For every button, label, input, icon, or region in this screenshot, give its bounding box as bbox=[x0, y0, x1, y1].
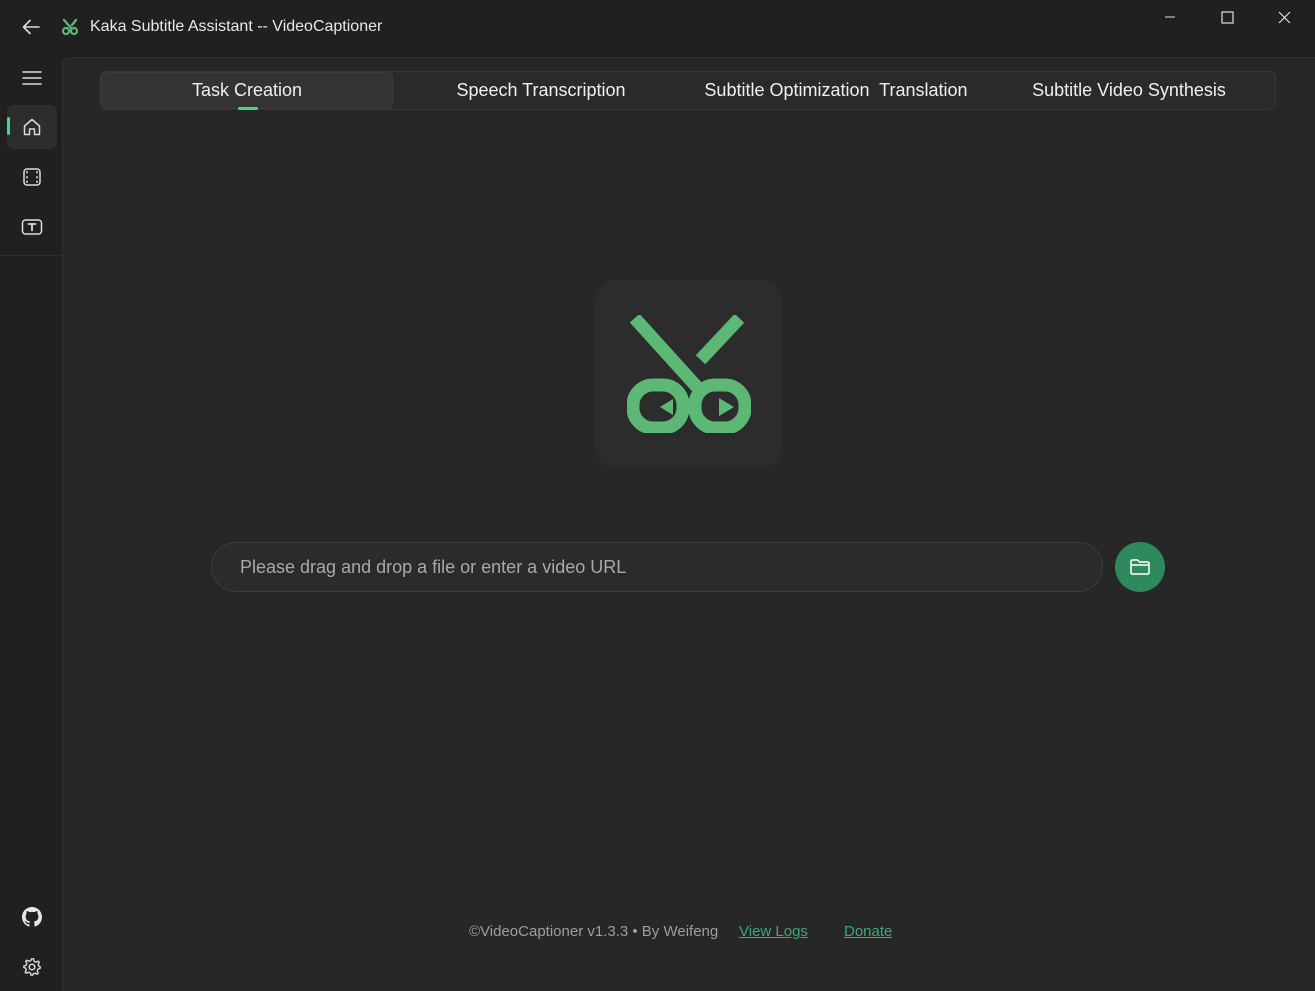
sidebar-item-github[interactable] bbox=[7, 895, 57, 939]
sidebar-item-home[interactable] bbox=[7, 105, 57, 149]
tab-subtitle-video-synthesis[interactable]: Subtitle Video Synthesis bbox=[983, 72, 1275, 109]
text-box-icon bbox=[21, 219, 43, 235]
tab-label: Subtitle Optimization Translation bbox=[704, 80, 968, 100]
video-url-input[interactable] bbox=[211, 542, 1103, 592]
minimize-icon bbox=[1165, 16, 1175, 18]
window-title: Kaka Subtitle Assistant -- VideoCaptione… bbox=[90, 18, 383, 35]
sidebar-divider bbox=[0, 255, 62, 256]
main-panel: Task Creation Speech Transcription Subti… bbox=[62, 57, 1315, 991]
footer-copyright: ©VideoCaptioner v1.3.3 • By Weifeng bbox=[469, 923, 719, 940]
close-icon bbox=[1278, 11, 1290, 23]
tab-bar: Task Creation Speech Transcription Subti… bbox=[100, 71, 1276, 110]
sidebar-item-video[interactable] bbox=[7, 155, 57, 199]
tab-label: Subtitle Video Synthesis bbox=[1032, 80, 1226, 100]
sidebar-menu-button[interactable] bbox=[7, 56, 57, 100]
active-indicator bbox=[7, 117, 10, 135]
film-icon bbox=[23, 168, 41, 186]
tab-label: Task Creation bbox=[191, 80, 303, 100]
app-logo-card bbox=[595, 280, 782, 467]
tab-subtitle-optimization-translation[interactable]: Subtitle Optimization Translation bbox=[689, 72, 983, 109]
back-button[interactable] bbox=[16, 12, 46, 42]
title-bar: Kaka Subtitle Assistant -- VideoCaptione… bbox=[0, 0, 1315, 56]
maximize-icon bbox=[1220, 10, 1234, 24]
app-window: Kaka Subtitle Assistant -- VideoCaptione… bbox=[0, 0, 1315, 991]
arrow-left-icon bbox=[22, 19, 40, 35]
app-logo-icon bbox=[61, 18, 79, 36]
folder-icon bbox=[1130, 559, 1150, 575]
view-logs-link[interactable]: View Logs bbox=[739, 923, 808, 940]
sidebar-item-settings[interactable] bbox=[7, 945, 57, 989]
gear-icon bbox=[23, 958, 41, 976]
github-icon bbox=[22, 907, 42, 927]
tab-task-creation[interactable]: Task Creation bbox=[101, 72, 393, 110]
browse-file-button[interactable] bbox=[1115, 542, 1165, 592]
sidebar bbox=[0, 56, 62, 991]
home-icon bbox=[23, 118, 41, 136]
tab-label: Speech Transcription bbox=[456, 80, 626, 100]
active-tab-indicator bbox=[238, 107, 258, 110]
minimize-button[interactable] bbox=[1142, 0, 1198, 34]
sidebar-item-subtitle[interactable] bbox=[7, 205, 57, 249]
close-button[interactable] bbox=[1256, 0, 1312, 34]
hamburger-icon bbox=[22, 71, 42, 85]
scissors-play-icon bbox=[626, 314, 751, 433]
tab-speech-transcription[interactable]: Speech Transcription bbox=[393, 72, 689, 109]
maximize-button[interactable] bbox=[1199, 0, 1255, 34]
donate-link[interactable]: Donate bbox=[844, 923, 892, 940]
